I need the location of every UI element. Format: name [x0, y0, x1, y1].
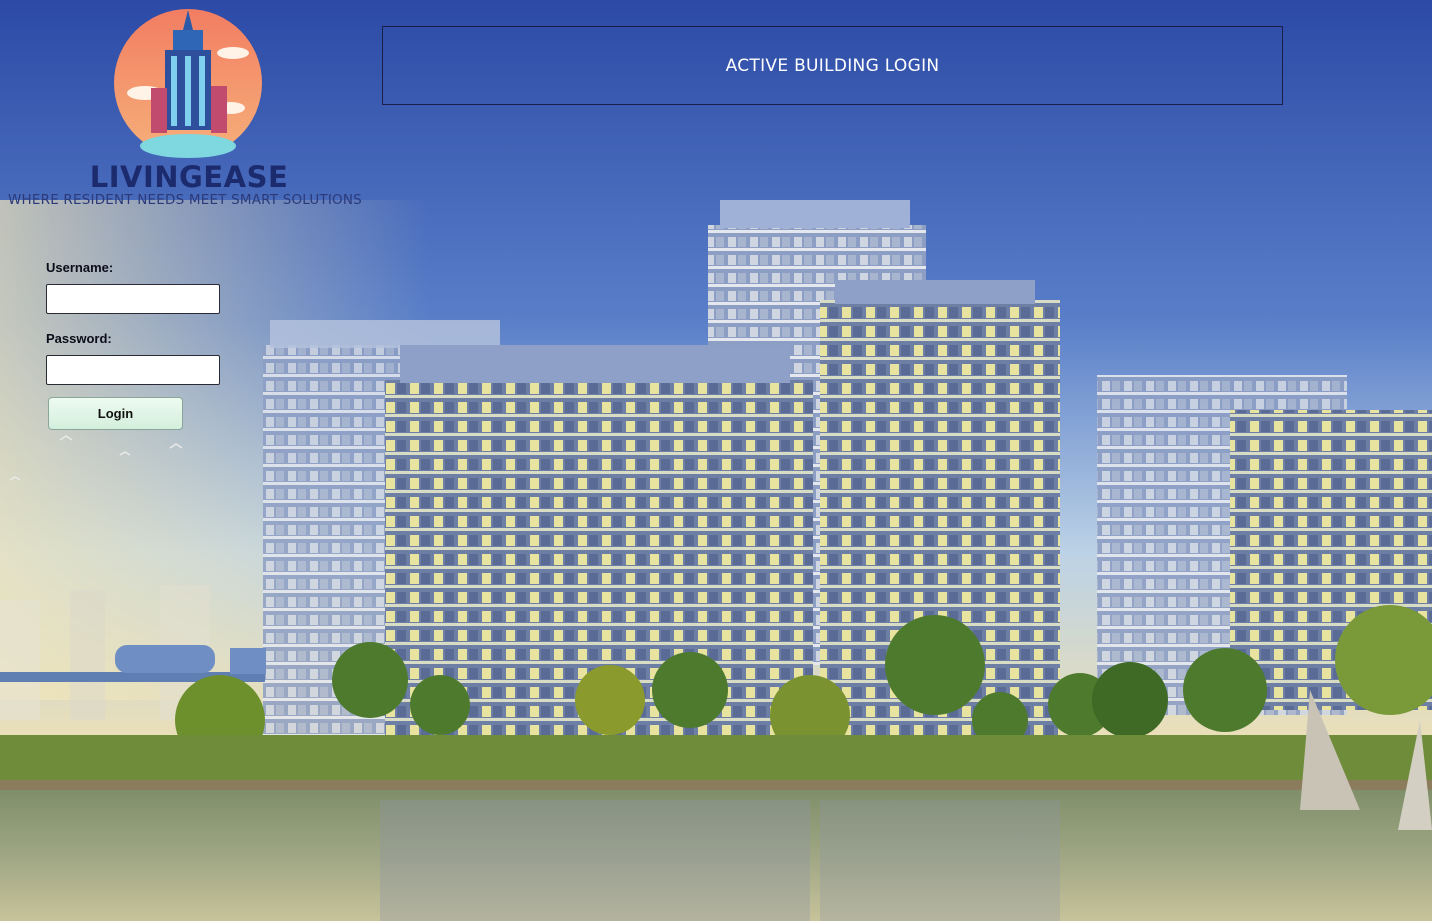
username-input[interactable] — [46, 284, 220, 314]
brand-logo-block: LIVINGEASE WHERE RESIDENT NEEDS MEET SMA… — [0, 0, 378, 215]
brand-tagline: WHERE RESIDENT NEEDS MEET SMART SOLUTION… — [8, 192, 362, 208]
password-input[interactable] — [46, 355, 220, 385]
username-label: Username: — [46, 260, 114, 275]
brand-name: LIVINGEASE — [89, 160, 289, 194]
password-label: Password: — [46, 331, 112, 346]
skyscraper-logo-icon — [114, 9, 262, 158]
page-title-banner: ACTIVE BUILDING LOGIN — [382, 26, 1283, 105]
page-title: ACTIVE BUILDING LOGIN — [725, 55, 940, 76]
login-button[interactable]: Login — [48, 397, 183, 430]
